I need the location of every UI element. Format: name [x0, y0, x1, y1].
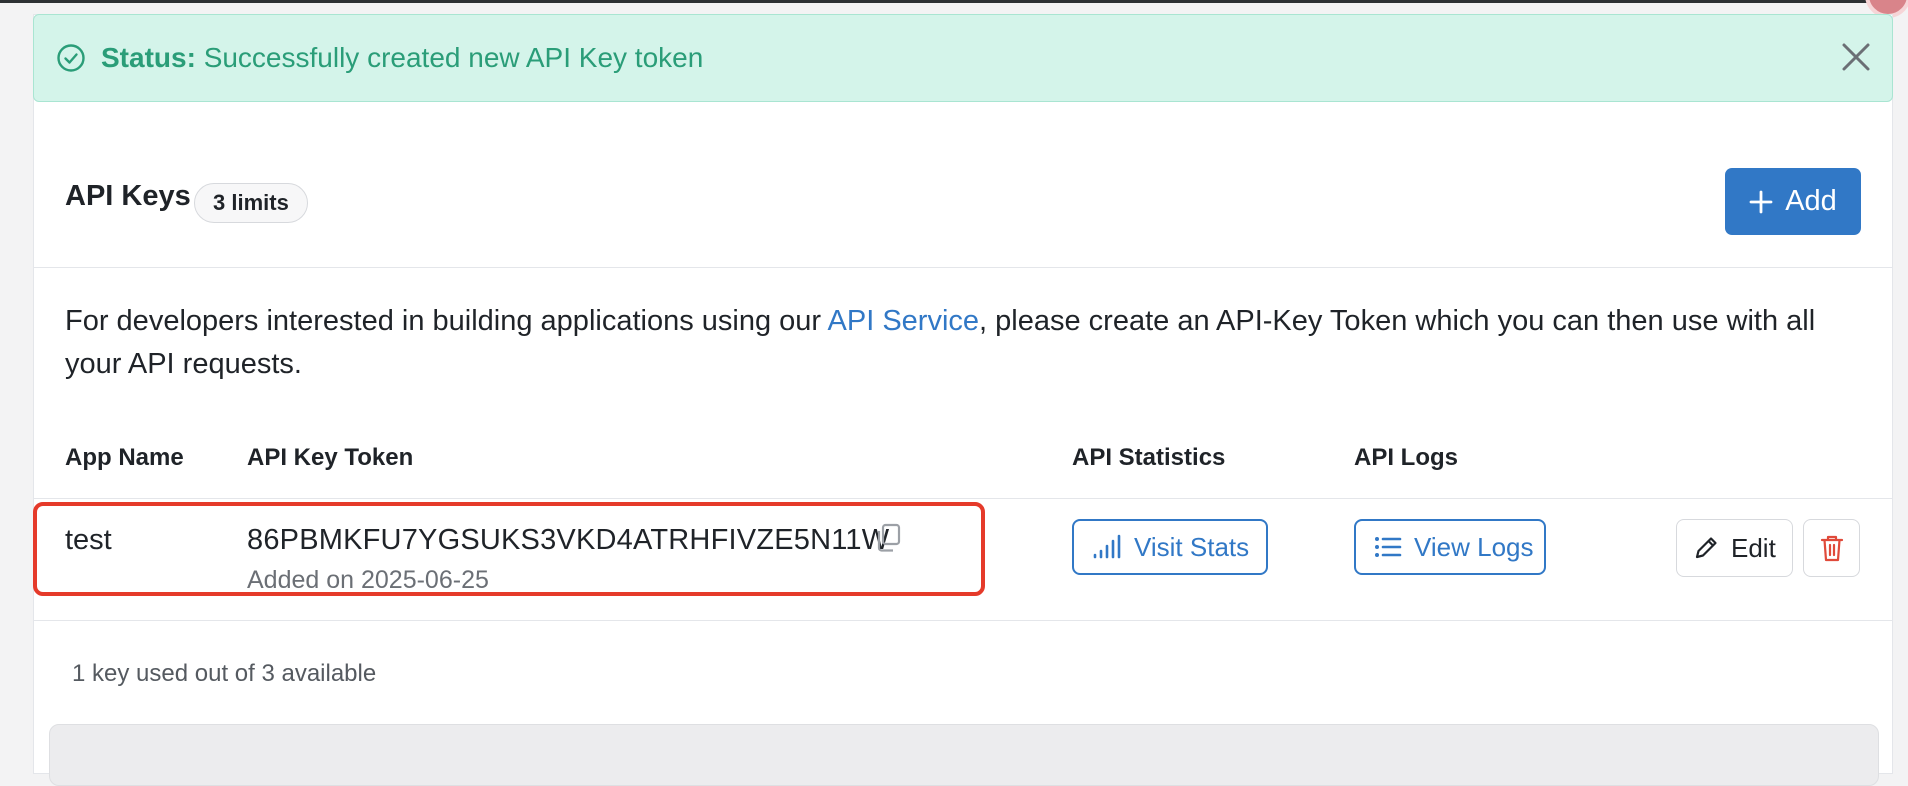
divider	[34, 267, 1892, 268]
usage-text: 1 key used out of 3 available	[72, 660, 377, 687]
column-header-statistics: API Statistics	[1072, 444, 1226, 471]
plus-icon	[1749, 190, 1773, 213]
edit-button[interactable]: Edit	[1676, 519, 1793, 577]
top-border	[0, 0, 1908, 3]
visit-stats-button[interactable]: Visit Stats	[1072, 519, 1268, 575]
divider	[34, 620, 1892, 621]
pencil-icon	[1695, 537, 1717, 559]
trash-icon	[1820, 535, 1843, 562]
check-circle-icon	[57, 44, 85, 72]
add-button-label: Add	[1785, 185, 1837, 217]
alert-text: Successfully created new API Key token	[203, 42, 704, 73]
column-header-app-name: App Name	[65, 444, 184, 471]
add-key-button[interactable]: Add	[1725, 168, 1861, 235]
description: For developers interested in building ap…	[65, 300, 1845, 386]
column-header-logs: API Logs	[1354, 444, 1459, 471]
column-header-token: API Key Token	[247, 444, 414, 471]
list-icon	[1375, 537, 1402, 557]
alert-message: Status: Successfully created new API Key…	[101, 15, 703, 101]
edit-label: Edit	[1731, 532, 1776, 563]
delete-button[interactable]	[1803, 519, 1860, 577]
view-logs-button[interactable]: View Logs	[1354, 519, 1546, 575]
description-text: For developers interested in building ap…	[65, 305, 828, 337]
highlight-box	[33, 502, 985, 596]
status-alert: Status: Successfully created new API Key…	[33, 14, 1893, 102]
visit-stats-label: Visit Stats	[1134, 531, 1250, 562]
footer-panel	[49, 724, 1879, 786]
view-logs-label: View Logs	[1414, 531, 1534, 562]
alert-status-label: Status:	[101, 42, 196, 73]
page-title: API Keys	[65, 180, 191, 212]
limits-badge: 3 limits	[194, 183, 308, 223]
signal-bars-icon	[1093, 534, 1121, 559]
api-service-link[interactable]: API Service	[828, 305, 980, 337]
close-icon[interactable]	[1837, 38, 1875, 76]
divider	[34, 498, 1892, 499]
